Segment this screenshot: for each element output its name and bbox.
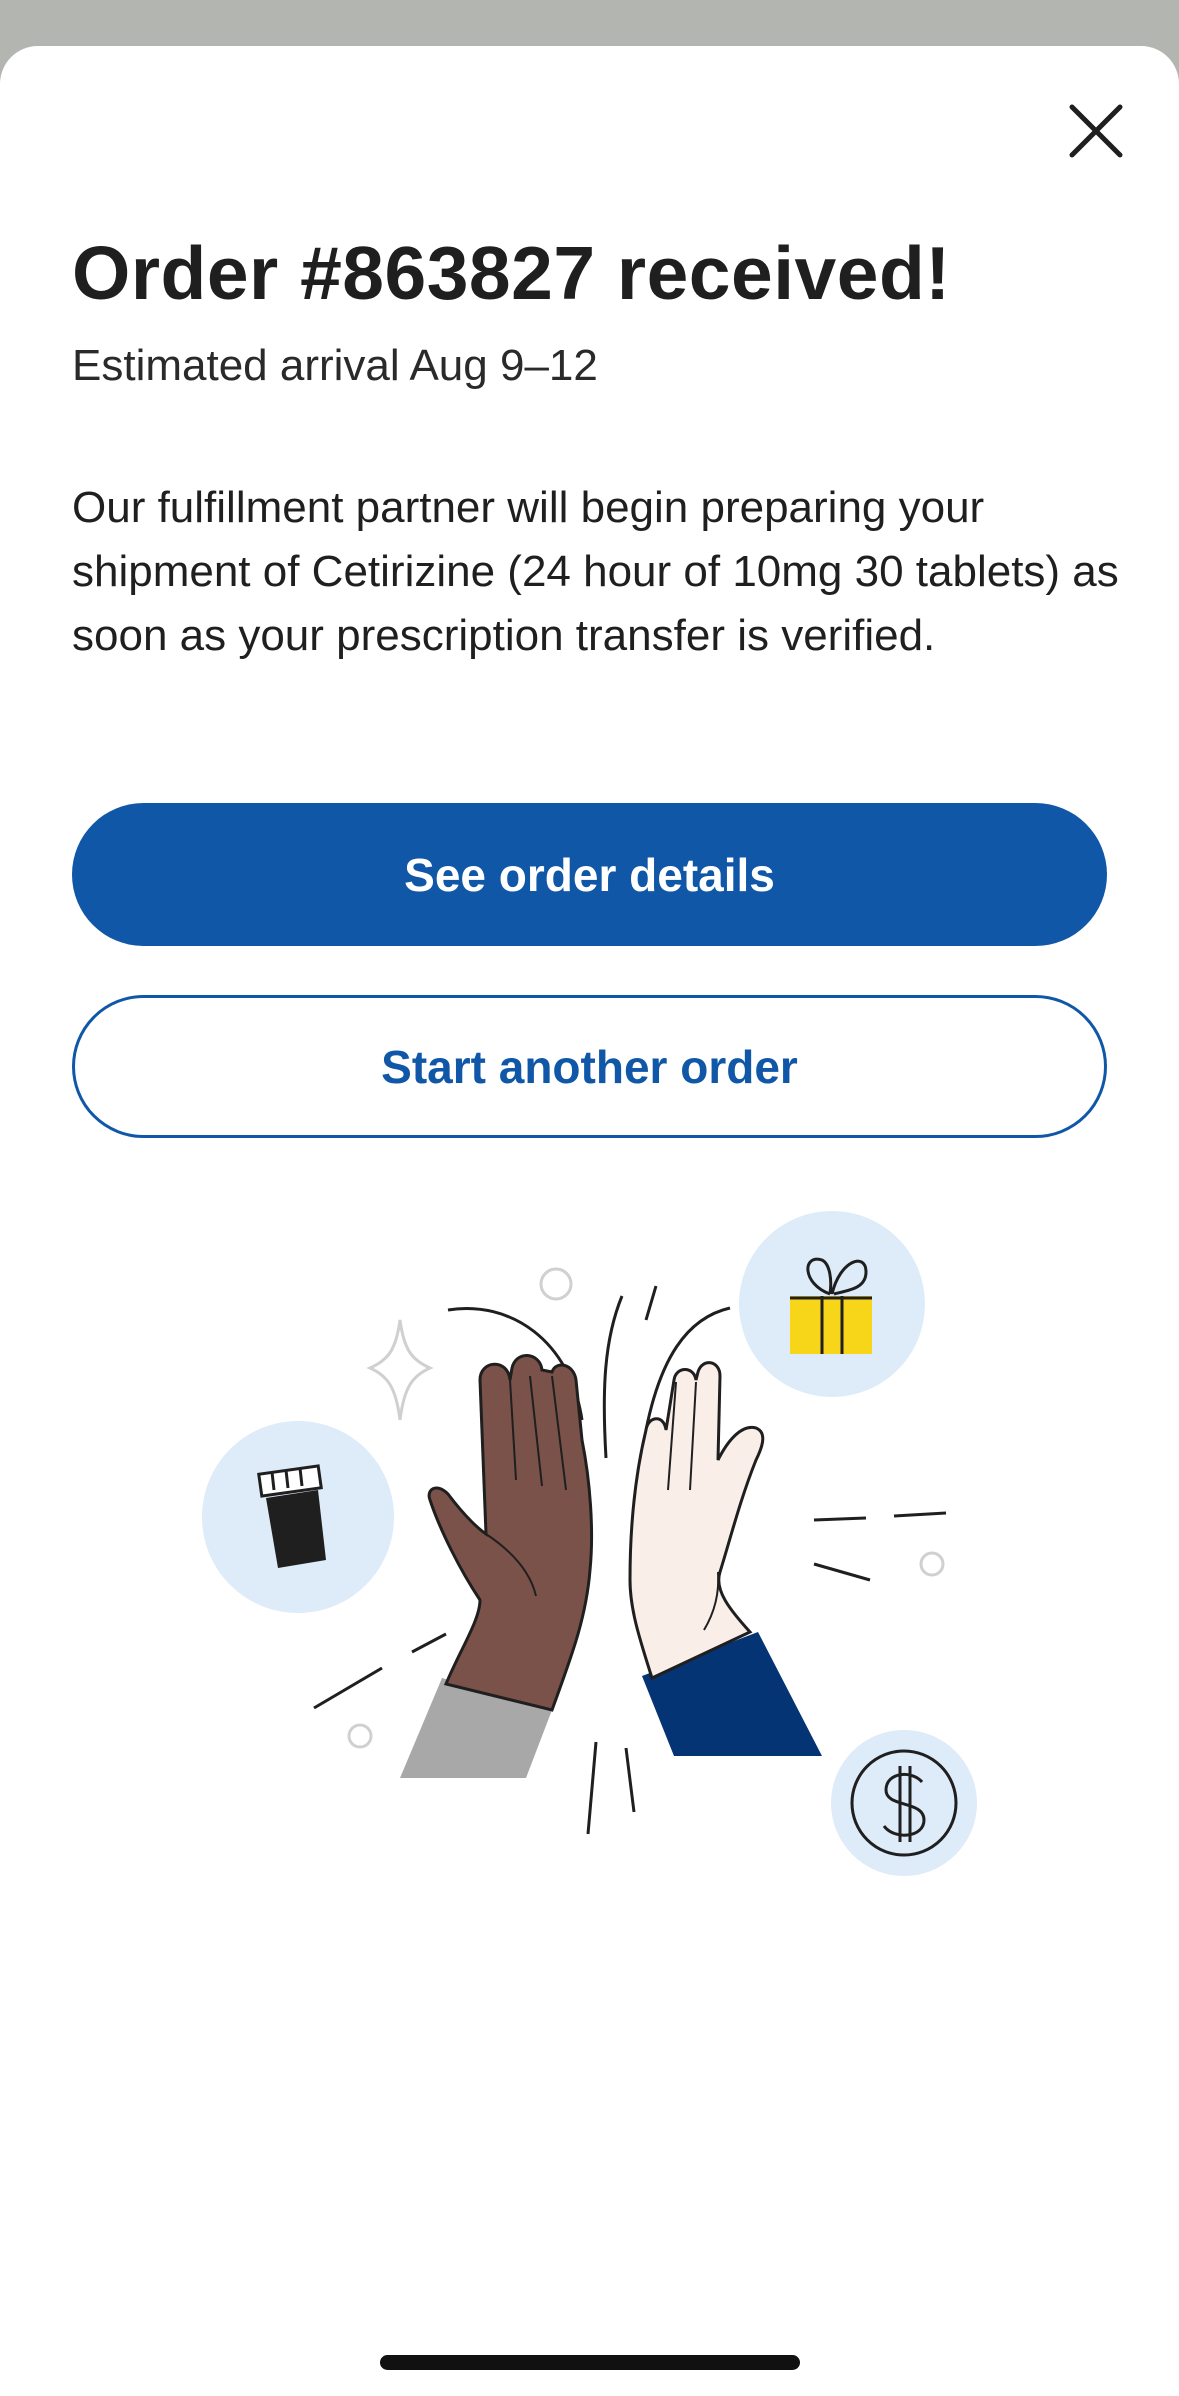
start-another-order-button[interactable]: Start another order bbox=[72, 995, 1107, 1138]
see-order-details-button[interactable]: See order details bbox=[72, 803, 1107, 946]
light-hand bbox=[628, 1361, 822, 1756]
close-icon bbox=[1069, 104, 1123, 158]
home-indicator[interactable] bbox=[380, 2355, 800, 2370]
gift-icon bbox=[739, 1211, 925, 1397]
order-message: Our fulfillment partner will begin prepa… bbox=[72, 483, 1119, 660]
estimated-arrival: Estimated arrival Aug 9–12 bbox=[72, 341, 598, 390]
pill-bottle-icon bbox=[202, 1421, 394, 1613]
high-five-illustration bbox=[202, 1211, 977, 1876]
page-title: Order #863827 received! bbox=[72, 231, 951, 315]
dollar-coin-icon bbox=[831, 1730, 977, 1876]
dark-hand bbox=[400, 1354, 594, 1778]
close-button[interactable] bbox=[1060, 95, 1132, 167]
